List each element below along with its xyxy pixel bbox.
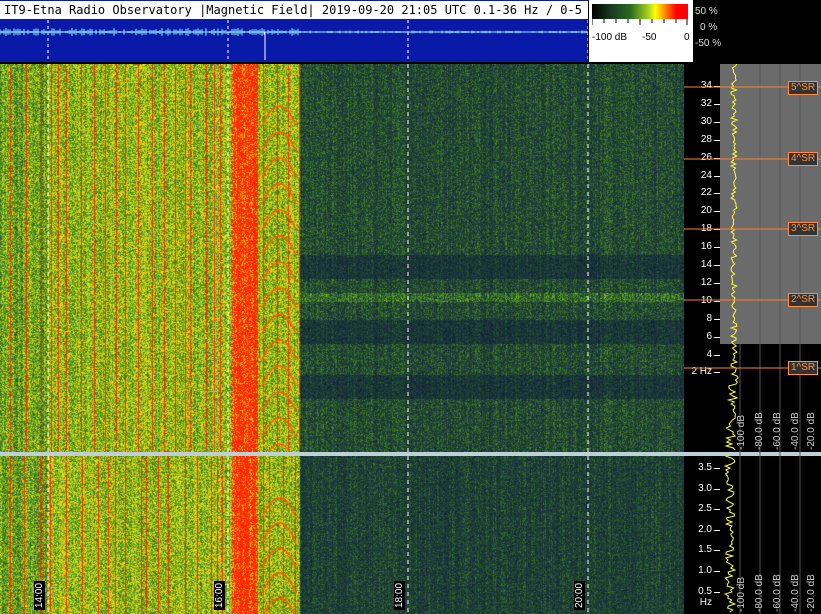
profile-db-label-upper-4: -40.0 dB [790,412,801,450]
freq-tick-lower: 1.0 [698,565,712,576]
sr2-label: 2^SR [788,293,819,307]
freq-tick-lower: 3.0 [698,482,712,494]
time-label-1800: 18:00 [394,580,405,610]
hour-gridlines [47,64,589,614]
sr1-label: 1^SR [788,361,819,375]
time-label-1400: 14:00 [34,580,45,610]
pct-mid-label: 0 % [700,22,718,33]
sr5-label: 5^SR [788,81,819,95]
profile-db-label-upper-3: -60.0 dB [772,412,783,450]
profile-db-label-lower-5: -20.0 dB [806,574,817,612]
scale-mid-label: -50 [642,32,657,43]
pct-top-label: 50 % [695,6,718,17]
profile-db-label-lower-1: -100 dB [736,576,747,612]
freq-tick-lower: 3.5 [698,462,712,473]
freq-tick-lower: 2.0 [698,523,712,535]
time-label-1600: 16:00 [214,580,225,610]
gradient-ticks [592,19,688,25]
profile-db-label-upper-5: -20.0 dB [806,412,817,450]
sr3-label: 3^SR [788,222,819,236]
pct-bot-label: -50 % [695,38,722,49]
frequency-axis-lower: 3.5 3.0 2.5 2.0 1.5 1.0 0.5 Hz [684,456,720,614]
scale-max-label: 0 [684,32,690,43]
profile-db-label-upper-2: -80.0 dB [754,412,765,450]
time-label-2000: 20:00 [574,580,585,610]
schumann-lines [684,86,821,369]
freq-tick-lower: 0.5 Hz [698,585,712,608]
freq-tick-lower: 2.5 [698,503,712,515]
waveform-strip [0,20,588,62]
spectrogram-window: IT9-Etna Radio Observatory |Magnetic Fie… [0,0,821,614]
profile-db-label-lower-3: -60.0 dB [772,574,783,612]
sr4-label: 4^SR [788,152,819,166]
chart-title: IT9-Etna Radio Observatory |Magnetic Fie… [0,1,588,19]
profile-db-label-lower-2: -80.0 dB [754,574,765,612]
scale-min-label: -100 dB [592,32,628,43]
color-gradient-bar [592,4,688,19]
profile-db-label-upper-1: -100 dB [736,414,747,450]
freq-tick-lower: 1.5 [698,544,712,556]
profile-db-label-lower-4: -40.0 dB [790,574,801,612]
